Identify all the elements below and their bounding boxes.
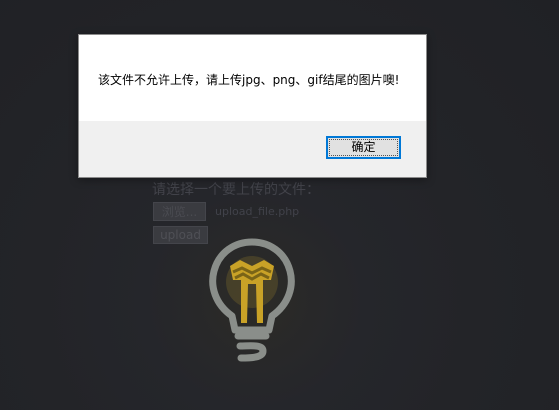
alert-footer: 确定: [79, 121, 426, 177]
upload-title: 请选择一个要上传的文件：: [152, 182, 320, 198]
alert-dialog: 该文件不允许上传，请上传jpg、png、gif结尾的图片噢! 确定: [78, 34, 427, 178]
lightbulb-icon: [209, 238, 295, 362]
browse-button[interactable]: 浏览...: [153, 202, 206, 221]
ok-button[interactable]: 确定: [326, 136, 401, 159]
upload-button[interactable]: upload: [153, 226, 208, 244]
ok-button-label: 确定: [351, 140, 376, 154]
alert-message: 该文件不允许上传，请上传jpg、png、gif结尾的图片噢!: [98, 73, 400, 87]
selected-file-name: upload_file.php: [215, 205, 300, 218]
